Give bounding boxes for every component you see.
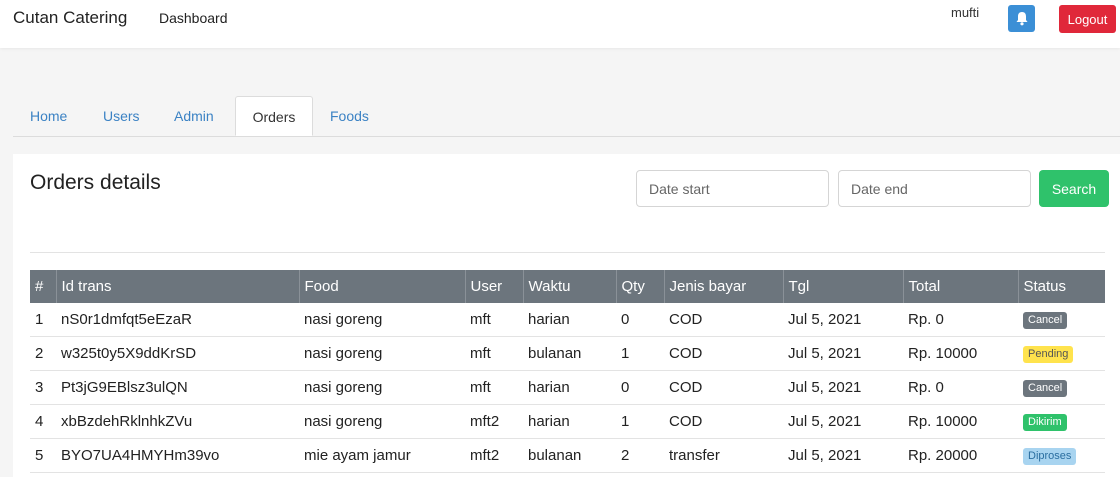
orders-card: Orders details Search # Id trans Food Us… xyxy=(13,154,1120,477)
cell-tgl: Jul 5, 2021 xyxy=(783,336,903,371)
table-row: 4 xbBzdehRklnhkZVu nasi goreng mft2 hari… xyxy=(30,404,1105,439)
page-title: Orders details xyxy=(30,171,161,194)
table-row: 3 Pt3jG9EBlsz3ulQN nasi goreng mft haria… xyxy=(30,370,1105,405)
status-badge: Cancel xyxy=(1023,380,1068,397)
cell-status: Diproses xyxy=(1018,438,1105,473)
cell-jenis-bayar: COD xyxy=(664,336,783,371)
cell-total: Rp. 0 xyxy=(903,370,1018,405)
cell-waktu: harian xyxy=(523,303,616,337)
cell-food: nasi goreng xyxy=(299,370,465,405)
table-header-row: # Id trans Food User Waktu Qty Jenis bay… xyxy=(30,270,1105,303)
cell-waktu: harian xyxy=(523,370,616,405)
cell-waktu: harian xyxy=(523,404,616,439)
cell-id-trans: Pt3jG9EBlsz3ulQN xyxy=(56,370,299,405)
col-status: Status xyxy=(1018,270,1105,303)
status-badge: Pending xyxy=(1023,346,1074,363)
cell-number: 2 xyxy=(30,336,56,371)
cell-qty: 1 xyxy=(616,336,664,371)
col-user: User xyxy=(465,270,524,303)
cell-number: 1 xyxy=(30,303,56,337)
username-label: mufti xyxy=(951,5,980,20)
status-badge: Dikirim xyxy=(1023,414,1067,431)
cell-number: 5 xyxy=(30,438,56,473)
cell-food: nasi goreng xyxy=(299,336,465,371)
divider xyxy=(30,252,1105,253)
col-food: Food xyxy=(299,270,466,303)
cell-total: Rp. 10000 xyxy=(903,336,1018,371)
cell-food: nasi goreng xyxy=(299,404,465,439)
brand-link[interactable]: Cutan Catering xyxy=(13,8,127,28)
cell-total: Rp. 0 xyxy=(903,303,1018,337)
col-number: # xyxy=(30,270,57,303)
cell-number: 4 xyxy=(30,404,56,439)
cell-qty: 2 xyxy=(616,438,664,473)
col-tgl: Tgl xyxy=(783,270,904,303)
cell-id-trans: BYO7UA4HMYHm39vo xyxy=(56,438,299,473)
status-badge: Diproses xyxy=(1023,448,1077,465)
cell-status: Cancel xyxy=(1018,303,1105,337)
cell-id-trans: nS0r1dmfqt5eEzaR xyxy=(56,303,299,337)
nav-dashboard-link[interactable]: Dashboard xyxy=(159,10,228,26)
tab-foods[interactable]: Foods xyxy=(330,96,369,136)
cell-food: nasi goreng xyxy=(299,303,465,337)
date-end-input[interactable] xyxy=(838,170,1031,207)
main-tabs: Home Users Admin Orders Foods xyxy=(13,96,1120,137)
cell-total: Rp. 20000 xyxy=(903,438,1018,473)
cell-user: mft xyxy=(465,370,523,405)
logout-button[interactable]: Logout xyxy=(1059,5,1116,33)
tab-admin[interactable]: Admin xyxy=(174,96,214,136)
date-start-input[interactable] xyxy=(636,170,829,207)
cell-jenis-bayar: transfer xyxy=(664,438,783,473)
cell-tgl: Jul 5, 2021 xyxy=(783,370,903,405)
col-waktu: Waktu xyxy=(523,270,617,303)
status-badge: Cancel xyxy=(1023,312,1068,329)
col-total: Total xyxy=(903,270,1019,303)
col-id-trans: Id trans xyxy=(56,270,300,303)
cell-status: Pending xyxy=(1018,336,1105,371)
cell-user: mft2 xyxy=(465,438,523,473)
search-button[interactable]: Search xyxy=(1039,170,1109,207)
cell-tgl: Jul 5, 2021 xyxy=(783,404,903,439)
col-qty: Qty xyxy=(616,270,665,303)
cell-tgl: Jul 5, 2021 xyxy=(783,303,903,337)
cell-user: mft xyxy=(465,336,523,371)
tab-home[interactable]: Home xyxy=(30,96,67,136)
col-jenis-bayar: Jenis bayar xyxy=(664,270,784,303)
tab-users[interactable]: Users xyxy=(103,96,140,136)
cell-status: Cancel xyxy=(1018,370,1105,405)
cell-tgl: Jul 5, 2021 xyxy=(783,438,903,473)
cell-total: Rp. 10000 xyxy=(903,404,1018,439)
table-row: 5 BYO7UA4HMYHm39vo mie ayam jamur mft2 b… xyxy=(30,438,1105,473)
table-row: 2 w325t0y5X9ddKrSD nasi goreng mft bulan… xyxy=(30,336,1105,371)
cell-jenis-bayar: COD xyxy=(664,303,783,337)
tab-orders[interactable]: Orders xyxy=(235,96,313,136)
cell-status: Dikirim xyxy=(1018,404,1105,439)
cell-id-trans: xbBzdehRklnhkZVu xyxy=(56,404,299,439)
cell-number: 3 xyxy=(30,370,56,405)
bell-icon xyxy=(1016,12,1027,26)
cell-food: mie ayam jamur xyxy=(299,438,465,473)
cell-id-trans: w325t0y5X9ddKrSD xyxy=(56,336,299,371)
cell-user: mft2 xyxy=(465,404,523,439)
cell-user: mft xyxy=(465,303,523,337)
top-navbar: Cutan Catering Dashboard mufti Logout xyxy=(0,0,1120,48)
cell-qty: 0 xyxy=(616,370,664,405)
cell-waktu: bulanan xyxy=(523,336,616,371)
cell-jenis-bayar: COD xyxy=(664,404,783,439)
orders-table: # Id trans Food User Waktu Qty Jenis bay… xyxy=(30,270,1105,473)
table-row: 1 nS0r1dmfqt5eEzaR nasi goreng mft haria… xyxy=(30,303,1105,337)
cell-qty: 0 xyxy=(616,303,664,337)
cell-jenis-bayar: COD xyxy=(664,370,783,405)
notification-button[interactable] xyxy=(1008,5,1035,32)
cell-waktu: bulanan xyxy=(523,438,616,473)
cell-qty: 1 xyxy=(616,404,664,439)
